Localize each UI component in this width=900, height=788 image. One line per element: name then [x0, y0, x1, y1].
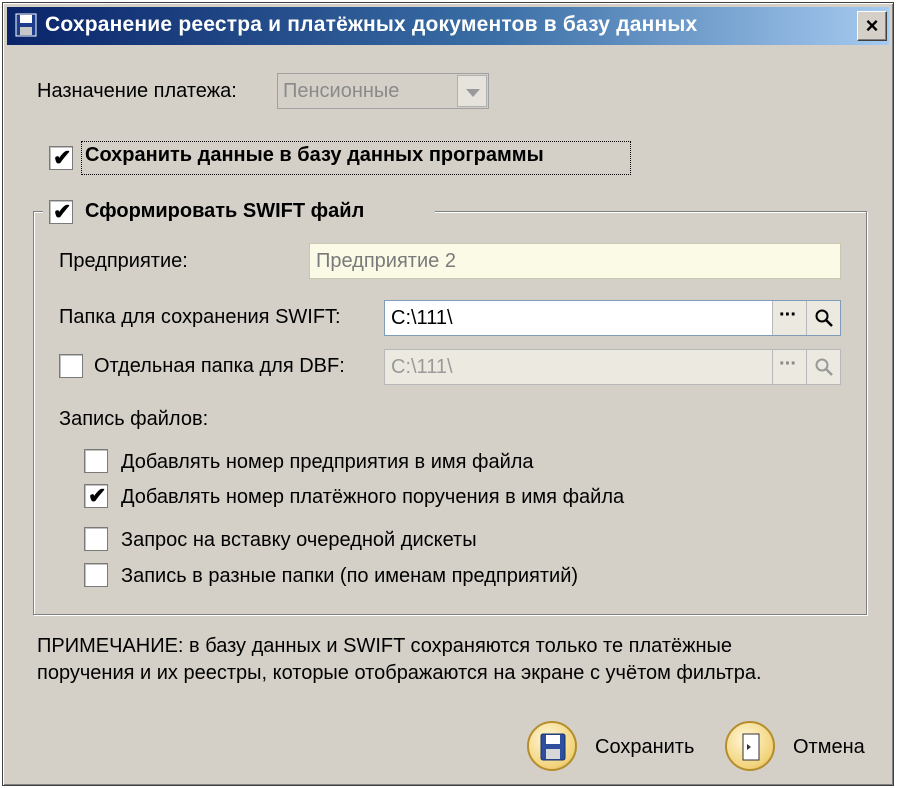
exit-door-icon	[742, 733, 760, 761]
option-payment-order-number-label[interactable]: Добавлять номер платёжного поручения в и…	[121, 486, 624, 509]
cancel-button-label[interactable]: Отмена	[793, 736, 865, 759]
note-line-1: ПРИМЕЧАНИЕ: в базу данных и SWIFT сохран…	[37, 635, 733, 657]
window-title: Сохранение реестра и платёжных документо…	[45, 13, 698, 36]
option-payment-order-number-checkbox[interactable]: ✔	[84, 483, 108, 508]
close-button[interactable]: ×	[857, 11, 887, 41]
swift-folder-value: C:\111\	[391, 307, 453, 329]
magnifier-icon	[815, 358, 833, 376]
option-next-diskette-label[interactable]: Запрос на вставку очередной дискеты	[121, 529, 477, 552]
enterprise-label: Предприятие:	[59, 250, 188, 272]
check-mark-icon: ✔	[88, 483, 107, 508]
save-to-db-label[interactable]: Сохранить данные в базу данных программы	[85, 144, 544, 167]
cancel-button[interactable]	[725, 721, 775, 771]
dbf-folder-browse-button: ···	[772, 350, 806, 384]
save-button-label[interactable]: Сохранить	[595, 736, 694, 759]
ellipsis-icon: ···	[779, 353, 797, 375]
option-next-diskette-checkbox[interactable]	[84, 527, 108, 551]
option-separate-folders-label[interactable]: Запись в разные папки (по именам предпри…	[121, 565, 578, 588]
dbf-folder-checkbox[interactable]	[59, 354, 83, 378]
title-bar[interactable]: Сохранение реестра и платёжных документо…	[7, 7, 889, 45]
ellipsis-icon: ···	[779, 304, 797, 326]
swift-label[interactable]: Сформировать SWIFT файл	[85, 200, 364, 223]
option-enterprise-number-checkbox[interactable]	[84, 449, 108, 473]
floppy-disk-icon	[15, 13, 37, 37]
swift-folder-input[interactable]: C:\111\ ···	[384, 300, 841, 336]
enterprise-field: Предприятие 2	[309, 243, 841, 279]
payment-purpose-label: Назначение платежа:	[37, 80, 237, 102]
chevron-down-icon[interactable]	[457, 75, 487, 107]
file-writing-label: Запись файлов:	[59, 408, 209, 430]
option-enterprise-number-label[interactable]: Добавлять номер предприятия в имя файла	[121, 451, 534, 474]
note-line-2: поручения и их реестры, которые отобража…	[37, 662, 762, 684]
enterprise-value: Предприятие 2	[316, 250, 456, 272]
check-mark-icon: ✔	[53, 199, 72, 224]
floppy-disk-icon	[540, 733, 566, 761]
dbf-folder-label[interactable]: Отдельная папка для DBF:	[94, 355, 345, 378]
magnifier-icon	[815, 309, 833, 327]
dbf-folder-value: C:\111\	[391, 356, 453, 378]
dbf-folder-search-button	[806, 350, 840, 384]
save-button[interactable]	[527, 721, 577, 771]
swift-folder-label: Папка для сохранения SWIFT:	[59, 306, 341, 328]
dialog-window: Сохранение реестра и платёжных документо…	[2, 2, 894, 786]
check-mark-icon: ✔	[53, 145, 72, 170]
payment-purpose-select[interactable]: Пенсионные	[277, 73, 489, 109]
payment-purpose-value: Пенсионные	[283, 80, 400, 102]
swift-folder-search-button[interactable]	[806, 301, 840, 335]
option-separate-folders-checkbox[interactable]	[84, 563, 108, 587]
dbf-folder-input: C:\111\ ···	[384, 349, 841, 385]
save-to-db-checkbox[interactable]: ✔	[49, 145, 73, 170]
swift-folder-browse-button[interactable]: ···	[772, 301, 806, 335]
swift-checkbox[interactable]: ✔	[49, 199, 73, 224]
